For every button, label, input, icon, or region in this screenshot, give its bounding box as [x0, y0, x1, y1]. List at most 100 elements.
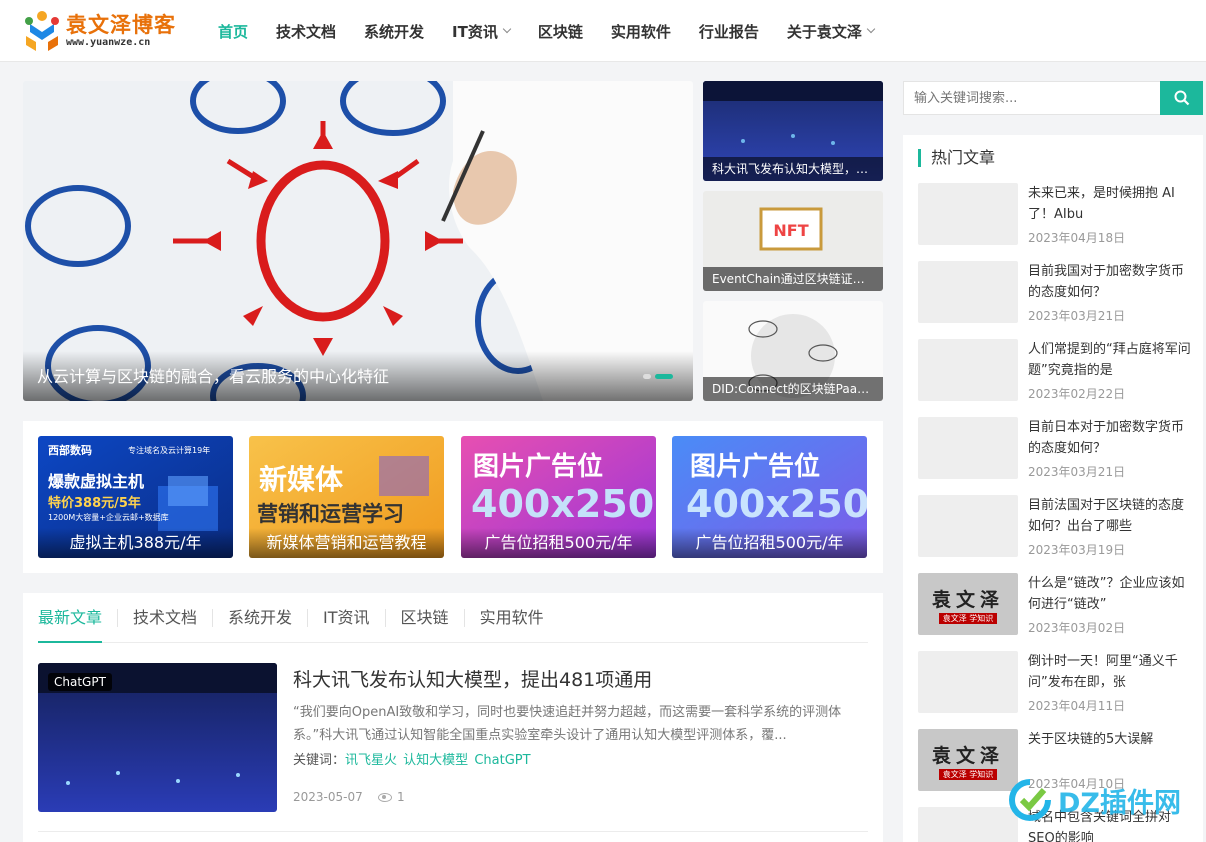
keyword-link[interactable]: 认知大模型: [403, 753, 468, 768]
hot-item-date: 2023年03月21日: [1028, 465, 1126, 479]
hot-item-title[interactable]: 关于区块链的5大误解: [1028, 729, 1193, 771]
ad-slot-1[interactable]: 图片广告位 400x250 广告位招租500元/年: [461, 436, 656, 558]
ad-line1: 图片广告位: [473, 452, 604, 482]
hot-item-title[interactable]: 什么是“链改”？企业应该如何进行“链改”: [1028, 573, 1193, 615]
ad-line3: 1200M大容量+企业云邮+数据库: [48, 513, 169, 522]
hot-item-title[interactable]: 目前法国对于区块链的态度如何？出台了哪些: [1028, 495, 1193, 537]
nav-blockchain[interactable]: 区块链: [538, 21, 583, 42]
watermark-logo-icon: [1009, 779, 1051, 821]
keyword-link[interactable]: ChatGPT: [474, 753, 530, 768]
hot-item[interactable]: 人们常提到的“拜占庭将军问题”究竟指的是 2023年02月22日: [918, 339, 1193, 403]
hot-item-date: 2023年04月11日: [1028, 699, 1126, 713]
tab-it-news[interactable]: IT资讯: [307, 608, 385, 627]
tab-software[interactable]: 实用软件: [463, 608, 559, 627]
hot-thumb[interactable]: [918, 651, 1018, 713]
hot-thumb[interactable]: [918, 261, 1018, 323]
hot-thumb[interactable]: 袁文泽 袁文泽 学知识: [918, 729, 1018, 791]
nav-reports[interactable]: 行业报告: [699, 21, 759, 42]
featured-post-3-title: DID:Connect的区块链PaaS服...: [703, 377, 883, 401]
ad-line2: 400x250: [686, 482, 867, 526]
hero-slider[interactable]: 从云计算与区块链的融合，看云服务的中心化特征: [23, 81, 693, 401]
ad-banner-row: 西部数码 专注域名及云计算19年 爆款虚拟主机 特价388元/5年 1200M大…: [23, 421, 883, 573]
nav-it-news[interactable]: IT资讯: [452, 21, 512, 42]
hero-caption[interactable]: 从云计算与区块链的融合，看云服务的中心化特征: [37, 363, 389, 387]
ad-line1: 图片广告位: [690, 452, 821, 482]
site-logo-thumb: 袁文泽 袁文泽 学知识: [918, 729, 1018, 791]
hot-item-date: 2023年03月02日: [1028, 621, 1126, 635]
article-title[interactable]: 科大讯飞发布认知大模型，提出481项通用: [293, 665, 652, 692]
ad-new-media[interactable]: 新媒体 营销和运营学习 新媒体营销和运营教程: [249, 436, 444, 558]
slider-dot[interactable]: [643, 374, 651, 379]
hot-item[interactable]: 袁文泽 袁文泽 学知识 什么是“链改”？企业应该如何进行“链改” 2023年03…: [918, 573, 1193, 637]
search-icon: [1174, 90, 1189, 106]
featured-post-3[interactable]: DID:Connect的区块链PaaS服...: [703, 301, 883, 401]
featured-post-1[interactable]: 科大讯飞发布认知大模型，提出481项通用...: [703, 81, 883, 181]
nav-about[interactable]: 关于袁文泽: [787, 21, 876, 42]
hot-item-title[interactable]: 倒计时一天！阿里“通义千问”发布在即，张: [1028, 651, 1193, 693]
logo-people-icon: [22, 10, 62, 52]
search-button[interactable]: [1160, 81, 1203, 115]
tab-latest[interactable]: 最新文章: [38, 608, 117, 643]
article-list: 最新文章 技术文档 系统开发 IT资讯 区块链 实用软件 ChatGPT 科大讯…: [23, 593, 883, 842]
hot-item-date: 2023年03月19日: [1028, 543, 1126, 557]
hot-thumb[interactable]: [918, 183, 1018, 245]
nav-home[interactable]: 首页: [218, 21, 248, 42]
hot-thumb[interactable]: 袁文泽 袁文泽 学知识: [918, 573, 1018, 635]
article-views: 1: [378, 790, 405, 804]
ad-slot-2[interactable]: 图片广告位 400x250 广告位招租500元/年: [672, 436, 867, 558]
ad-brand: 西部数码: [48, 444, 92, 457]
search-box: [903, 81, 1203, 115]
featured-post-2[interactable]: NFT EventChain通过区块链证书...: [703, 191, 883, 291]
tab-system-dev[interactable]: 系统开发: [212, 608, 307, 627]
featured-post-1-title: 科大讯飞发布认知大模型，提出481项通用...: [703, 157, 883, 181]
nav-system-dev[interactable]: 系统开发: [364, 21, 424, 42]
hot-item-title[interactable]: 目前我国对于加密数字货币的态度如何？: [1028, 261, 1193, 303]
hot-thumb[interactable]: [918, 417, 1018, 479]
main-nav: 首页 技术文档 系统开发 IT资讯 区块链 实用软件 行业报告 关于袁文泽: [218, 0, 902, 62]
hot-item-title[interactable]: 目前日本对于加密数字货币的态度如何？: [1028, 417, 1193, 459]
hot-item-title[interactable]: 人们常提到的“拜占庭将军问题”究竟指的是: [1028, 339, 1193, 381]
ad-caption: 虚拟主机388元/年: [38, 528, 233, 558]
article-excerpt: “我们要向OpenAI致敬和学习，同时也要快速追赶并努力超越，而这需要一套科学系…: [293, 705, 842, 743]
ad-caption: 广告位招租500元/年: [461, 528, 656, 558]
eye-icon: [378, 792, 392, 802]
search-input[interactable]: [904, 82, 1161, 114]
svg-text:NFT: NFT: [773, 221, 808, 240]
ad-caption: 广告位招租500元/年: [672, 528, 867, 558]
hot-articles-panel: 热门文章 未来已来，是时候拥抱 AI 了！AIbu 2023年04月18日 目前…: [903, 135, 1203, 842]
category-tabs: 最新文章 技术文档 系统开发 IT资讯 区块链 实用软件: [38, 593, 868, 643]
hot-item-title[interactable]: 未来已来，是时候拥抱 AI 了！AIbu: [1028, 183, 1193, 225]
hot-item-date: 2023年04月18日: [1028, 231, 1126, 245]
hot-title: 热门文章: [918, 149, 995, 167]
slider-dot-active[interactable]: [655, 374, 673, 379]
hot-thumb[interactable]: [918, 807, 1018, 842]
article-thumbnail[interactable]: ChatGPT: [38, 663, 277, 812]
ad-line2: 特价388元/5年: [48, 496, 141, 511]
hot-item[interactable]: 未来已来，是时候拥抱 AI 了！AIbu 2023年04月18日: [918, 183, 1193, 247]
featured-post-2-title: EventChain通过区块链证书...: [703, 267, 883, 291]
ad-caption: 新媒体营销和运营教程: [249, 528, 444, 558]
logo-domain: www.yuanwze.cn: [66, 37, 151, 48]
watermark: DZ插件网: [1008, 775, 1206, 825]
hot-item-date: 2023年02月22日: [1028, 387, 1126, 401]
hot-item[interactable]: 倒计时一天！阿里“通义千问”发布在即，张 2023年04月11日: [918, 651, 1193, 715]
hot-item[interactable]: 目前法国对于区块链的态度如何？出台了哪些 2023年03月19日: [918, 495, 1193, 559]
hot-thumb[interactable]: [918, 339, 1018, 401]
hot-item[interactable]: 目前日本对于加密数字货币的态度如何？ 2023年03月21日: [918, 417, 1193, 481]
hot-thumb[interactable]: [918, 495, 1018, 557]
hot-item[interactable]: 目前我国对于加密数字货币的态度如何？ 2023年03月21日: [918, 261, 1193, 325]
nav-software[interactable]: 实用软件: [611, 21, 671, 42]
nav-tech-docs[interactable]: 技术文档: [276, 21, 336, 42]
ad-line1: 爆款虚拟主机: [48, 472, 145, 491]
ad-virtual-host[interactable]: 西部数码 专注域名及云计算19年 爆款虚拟主机 特价388元/5年 1200M大…: [38, 436, 233, 558]
keyword-link[interactable]: 讯飞星火: [345, 753, 397, 768]
tab-tech-docs[interactable]: 技术文档: [117, 608, 212, 627]
ad-line1: 新媒体: [259, 463, 344, 496]
tab-blockchain[interactable]: 区块链: [384, 608, 464, 627]
article-tag[interactable]: ChatGPT: [48, 673, 112, 691]
site-header: 袁文泽博客 www.yuanwze.cn 首页 技术文档 系统开发 IT资讯 区…: [0, 0, 1206, 62]
divider: [38, 831, 868, 832]
site-logo[interactable]: 袁文泽博客 www.yuanwze.cn: [22, 8, 182, 54]
slider-dots: [639, 374, 673, 379]
logo-title: 袁文泽博客: [66, 13, 176, 37]
